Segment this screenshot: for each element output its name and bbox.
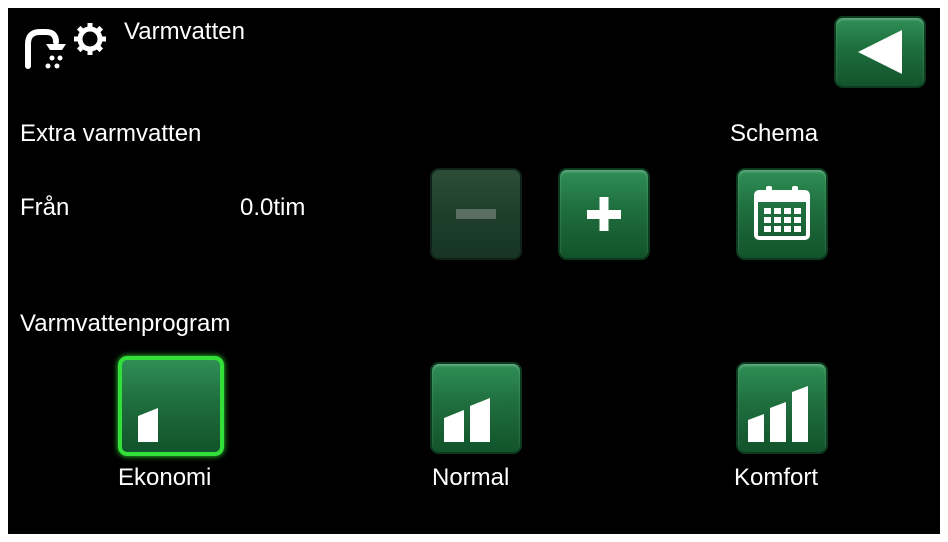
decrease-button[interactable] <box>430 168 522 260</box>
schedule-button[interactable] <box>736 168 828 260</box>
page-title: Varmvatten <box>124 18 245 45</box>
from-label: Från <box>20 194 70 221</box>
increase-button[interactable] <box>558 168 650 260</box>
program-komfort-button[interactable] <box>736 362 828 454</box>
program-komfort-label: Komfort <box>734 464 819 491</box>
from-value: 0.0tim <box>240 194 306 221</box>
program-heading: Varmvattenprogram <box>20 310 231 337</box>
extra-hot-water-heading: Extra varmvatten <box>20 120 202 147</box>
program-ekonomi-label: Ekonomi <box>118 464 212 491</box>
schedule-label: Schema <box>730 120 819 147</box>
program-ekonomi-button[interactable] <box>118 356 224 456</box>
program-normal-label: Normal <box>432 464 510 491</box>
program-normal-button[interactable] <box>430 362 522 454</box>
screen: Varmvatten Extra varmvatten Schema Från … <box>8 8 940 534</box>
hot-water-settings-icon <box>20 18 110 78</box>
back-button[interactable] <box>834 16 926 88</box>
